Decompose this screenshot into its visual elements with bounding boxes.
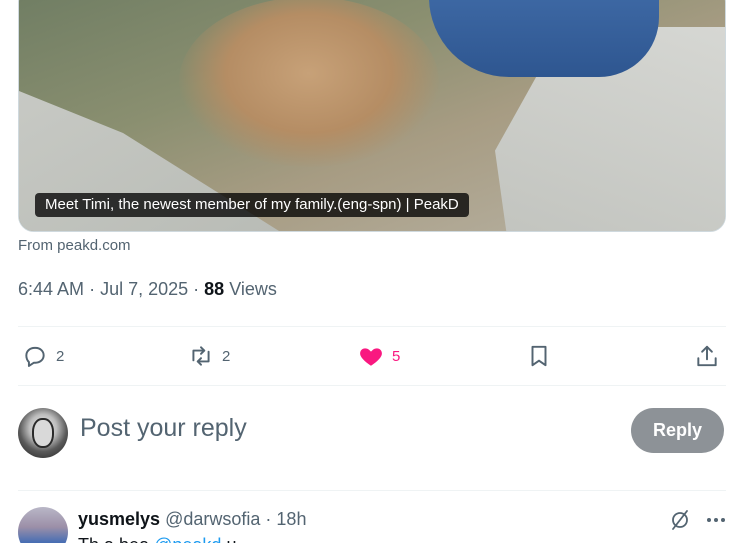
reply-icon [25,346,45,367]
reply-input[interactable] [80,414,600,443]
link-card-caption[interactable]: Meet Timi, the newest member of my famil… [35,193,469,217]
repost-icon [192,346,210,366]
like-action-button[interactable]: 5 [358,327,400,385]
repost-action-button[interactable]: 2 [188,327,230,385]
image-person-jeans [429,0,659,77]
mention-link[interactable]: @peakd [154,535,221,543]
avatar[interactable] [18,408,68,458]
author-name[interactable]: yusmelys [78,509,160,529]
avatar-face [32,418,54,448]
share-icon [697,345,717,367]
meta-separator: · [265,509,272,529]
views-count: 88 [204,279,225,299]
views-label: Views [229,279,277,299]
link-source[interactable]: From peakd.com [18,237,131,254]
divider [18,385,726,386]
reply-composer: Reply [18,407,726,459]
tweet-time[interactable]: 18h [276,509,306,529]
tweet-header: yusmelys @darwsofia · 18h [78,509,306,530]
tweet-text-partial: a bea [104,535,149,543]
link-card-image[interactable]: Meet Timi, the newest member of my famil… [18,0,726,232]
tweet-text-start: Th [78,535,99,543]
author-handle[interactable]: @darwsofia [165,509,260,529]
grok-icon[interactable] [668,508,692,532]
reply-tweet[interactable]: yusmelys @darwsofia · 18h Th a bea @peak… [18,491,736,543]
more-options-icon[interactable] [704,508,728,532]
heart-filled-icon [360,348,382,366]
bookmark-action-button[interactable] [526,327,552,385]
tweet-text-rest: u [226,535,236,543]
post-time[interactable]: 6:44 AM [18,279,84,299]
repost-count: 2 [222,347,231,365]
post-date[interactable]: Jul 7, 2025 [100,279,188,299]
reply-count: 2 [56,347,65,365]
tweet-text: Th a bea @peakd u [78,535,236,543]
action-bar: 2 2 5 [18,327,726,385]
reply-button[interactable]: Reply [631,408,724,453]
reply-action-button[interactable]: 2 [22,327,64,385]
like-count: 5 [392,347,401,365]
share-action-button[interactable] [694,327,720,385]
avatar[interactable] [18,507,68,543]
post-meta: 6:44 AM · Jul 7, 2025 · 88 Views [18,279,277,300]
meta-separator: · [89,279,101,299]
bookmark-icon [531,345,547,367]
image-dog [179,0,439,167]
meta-separator: · [193,279,205,299]
